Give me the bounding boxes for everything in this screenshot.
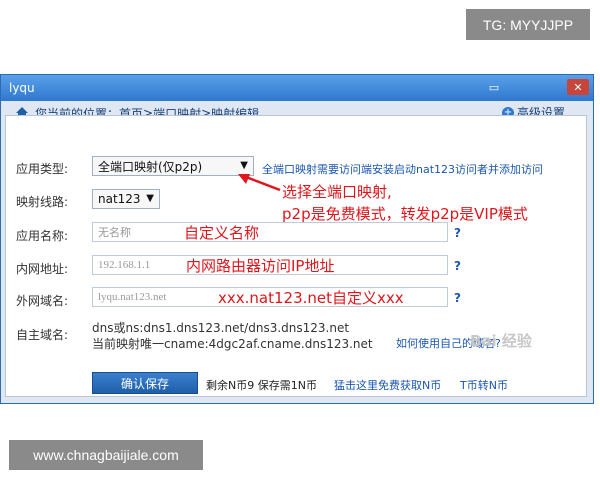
title-bar: lyqu ▭ ✕ — [1, 75, 593, 101]
custom-domain-label: 自主域名: — [16, 328, 69, 342]
lan-addr-value: 192.168.1.1 — [98, 259, 151, 271]
baidu-watermark: Bai 经验 — [470, 332, 532, 350]
wan-domain-value: lyqu.nat123.net — [98, 291, 167, 303]
free-coins-link[interactable]: 猛击这里免费获取N币 — [334, 377, 441, 393]
lan-addr-label: 内网地址: — [16, 262, 69, 276]
app-name-input[interactable]: 无名称 — [92, 222, 448, 242]
app-name-label: 应用名称: — [16, 229, 69, 243]
chevron-down-icon: ▼ — [146, 193, 154, 204]
app-name-annotation: 自定义名称 — [184, 224, 260, 242]
annotation-line2: p2p是免费模式，转发p2p是VIP模式 — [282, 205, 528, 223]
app-type-value: 全端口映射(仅p2p) — [98, 159, 203, 174]
help-icon[interactable]: ? — [454, 226, 461, 240]
window-title: lyqu — [9, 81, 35, 95]
custom-domain-cname: 当前映射唯一cname:4dgc2af.cname.dns123.net — [92, 337, 373, 351]
app-type-label: 应用类型: — [16, 162, 69, 176]
balance-text: 剩余N币9 保存需1N币 — [206, 379, 317, 392]
transfer-coins-link[interactable]: T币转N币 — [460, 377, 508, 393]
watermark-bottom: www.chnagbaijiale.com — [9, 440, 203, 470]
custom-domain-dns: dns或ns:dns1.dns123.net/dns3.dns123.net — [92, 321, 350, 335]
red-arrow-icon — [238, 174, 281, 192]
app-type-select[interactable]: 全端口映射(仅p2p) ▼ — [92, 156, 254, 176]
wan-domain-label: 外网域名: — [16, 294, 69, 308]
watermark-top: TG: MYYJJPP — [466, 9, 590, 40]
wan-domain-annotation: xxx.nat123.net自定义xxx — [218, 289, 404, 307]
app-type-note: 全端口映射需要访问端安装启动nat123访问者并添加访问 — [262, 163, 544, 176]
close-button[interactable]: ✕ — [567, 79, 589, 95]
app-name-placeholder: 无名称 — [98, 227, 131, 239]
help-icon[interactable]: ? — [454, 259, 461, 273]
annotation-line1: 选择全端口映射, — [282, 183, 392, 201]
line-value: nat123 — [98, 192, 141, 206]
restore-button[interactable]: ▭ — [485, 79, 503, 95]
line-select[interactable]: nat123 ▼ — [92, 189, 160, 209]
line-label: 映射线路: — [16, 195, 69, 209]
save-button[interactable]: 确认保存 — [92, 372, 198, 394]
help-icon[interactable]: ? — [454, 291, 461, 305]
lan-addr-annotation: 内网路由器访问IP地址 — [186, 257, 335, 275]
